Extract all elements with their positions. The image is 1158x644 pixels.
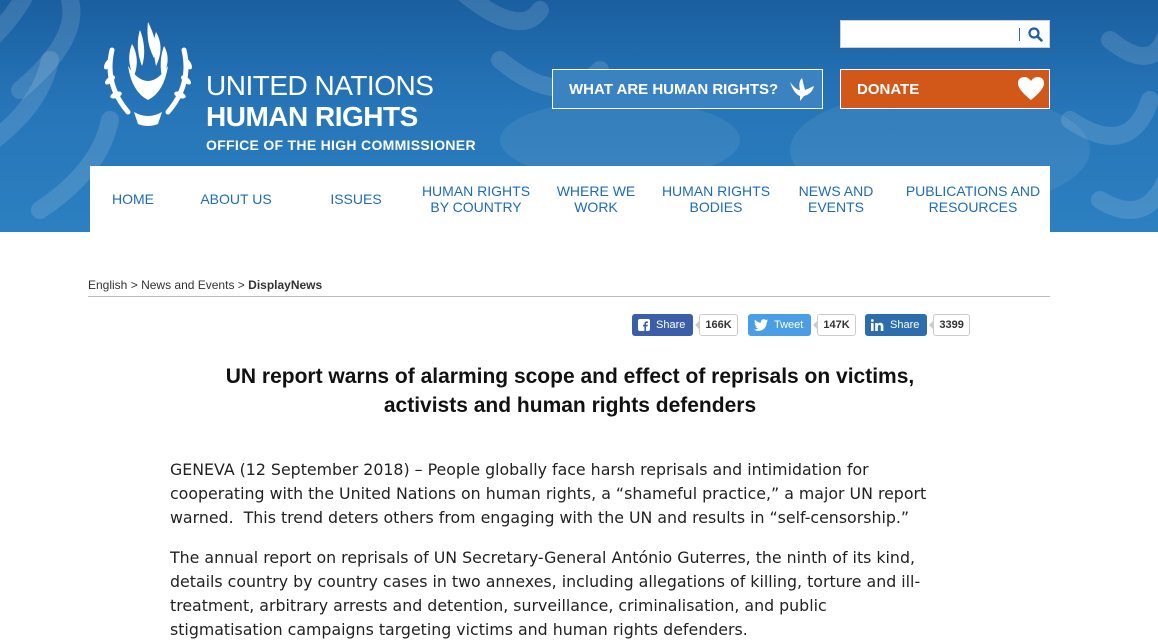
nav-item-where-we-work[interactable]: WHERE WE WORK xyxy=(546,166,646,232)
breadcrumb-current: DisplayNews xyxy=(248,278,323,292)
nav-item-about-us[interactable]: ABOUT US xyxy=(186,166,286,232)
facebook-share: Share 166K xyxy=(632,314,738,336)
breadcrumb-english[interactable]: English xyxy=(88,278,127,292)
linkedin-share: Share 3399 xyxy=(865,314,970,336)
nav-item-news-and-events[interactable]: NEWS AND EVENTS xyxy=(786,166,886,232)
nav-item-publications-and-resources[interactable]: PUBLICATIONS AND RESOURCES xyxy=(896,166,1050,232)
breadcrumb-separator: > xyxy=(130,278,138,292)
nav-item-human-rights-by-country[interactable]: HUMAN RIGHTS BY COUNTRY xyxy=(416,166,536,232)
paragraph-line: warned. This trend deters others from en… xyxy=(170,508,910,527)
nav-item-human-rights-bodies[interactable]: HUMAN RIGHTS BODIES xyxy=(656,166,776,232)
search-icon[interactable] xyxy=(1025,24,1047,46)
headline-line: UN report warns of alarming scope and ef… xyxy=(225,365,915,388)
un-emblem-icon xyxy=(104,22,192,126)
facebook-share-count: 166K xyxy=(695,314,738,336)
facebook-share-button[interactable]: Share xyxy=(632,314,694,336)
donate-button[interactable]: DONATE xyxy=(840,69,1050,109)
heart-icon xyxy=(1018,77,1044,100)
twitter-share: Tweet 147K xyxy=(748,314,856,336)
breadcrumb-news-and-events[interactable]: News and Events xyxy=(141,278,234,292)
paragraph-line: GENEVA (12 September 2018) – People glob… xyxy=(170,460,869,479)
search-divider xyxy=(1019,28,1020,41)
logo-text-united-nations: UNITED NATIONS xyxy=(206,70,434,101)
twitter-share-count: 147K xyxy=(813,314,856,336)
breadcrumb-separator: > xyxy=(237,278,245,292)
linkedin-share-button[interactable]: Share xyxy=(865,314,928,336)
article-headline: UN report warns of alarming scope and ef… xyxy=(170,362,970,420)
breadcrumb: English > News and Events > DisplayNews xyxy=(88,278,322,292)
twitter-bird-icon xyxy=(754,319,768,331)
article-paragraph-2: The annual report on reprisals of UN Sec… xyxy=(170,546,970,642)
main-navigation: HOME ABOUT US ISSUES HUMAN RIGHTS BY COU… xyxy=(90,166,1050,232)
facebook-share-label: Share xyxy=(656,319,686,331)
breadcrumb-divider xyxy=(88,296,1050,297)
linkedin-share-label: Share xyxy=(890,319,920,331)
nav-item-issues[interactable]: ISSUES xyxy=(316,166,396,232)
search-input[interactable] xyxy=(841,21,1017,47)
un-human-rights-logo[interactable]: UNITED NATIONS HUMAN RIGHTS OFFICE OF TH… xyxy=(98,20,476,153)
twitter-tweet-button[interactable]: Tweet xyxy=(748,314,812,336)
site-header: UNITED NATIONS HUMAN RIGHTS OFFICE OF TH… xyxy=(0,0,1158,232)
dove-icon xyxy=(790,78,814,101)
logo-text-human-rights: HUMAN RIGHTS xyxy=(206,101,418,132)
linkedin-icon xyxy=(871,319,884,331)
facebook-icon xyxy=(638,319,650,331)
linkedin-share-count: 3399 xyxy=(929,314,970,336)
headline-line: activists and human rights defenders xyxy=(383,394,757,417)
nav-item-home[interactable]: HOME xyxy=(90,166,176,232)
what-button-label: WHAT ARE HUMAN RIGHTS? xyxy=(569,81,779,98)
paragraph-line: treatment, arbitrary arrests and detenti… xyxy=(170,596,827,615)
what-are-human-rights-button[interactable]: WHAT ARE HUMAN RIGHTS? xyxy=(552,69,823,109)
paragraph-line: stigmatisation campaigns targeting victi… xyxy=(170,620,748,639)
twitter-tweet-label: Tweet xyxy=(774,319,804,331)
paragraph-line: cooperating with the United Nations on h… xyxy=(170,484,927,503)
logo-text-ohchr: OFFICE OF THE HIGH COMMISSIONER xyxy=(206,137,476,153)
search-box xyxy=(840,20,1050,48)
donate-button-label: DONATE xyxy=(857,81,920,98)
article-paragraph-1: GENEVA (12 September 2018) – People glob… xyxy=(170,458,970,530)
paragraph-line: The annual report on reprisals of UN Sec… xyxy=(170,548,915,567)
paragraph-line: details country by country cases in two … xyxy=(170,572,921,591)
